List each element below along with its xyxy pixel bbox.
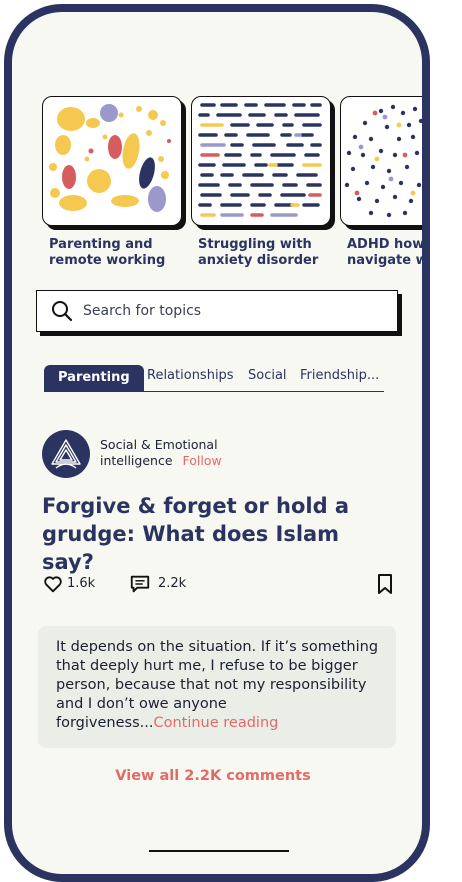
comment-count: 2.2k: [158, 576, 187, 591]
search-placeholder: Search for topics: [83, 303, 202, 319]
phone-frame: Parenting and remote working Struggling …: [4, 4, 430, 882]
follow-button[interactable]: Follow: [183, 453, 222, 468]
comments-button[interactable]: 2.2k: [128, 572, 198, 596]
home-indicator[interactable]: [149, 850, 289, 852]
top-comment: It depends on the situation. If it’s som…: [38, 626, 396, 748]
topic-carousel[interactable]: Parenting and remote working Struggling …: [42, 92, 422, 282]
topic-caption: Parenting and remote working: [49, 237, 166, 268]
heart-icon: [44, 576, 62, 593]
topic-caption: ADHD how tonavigate wh: [347, 237, 422, 268]
post-actions: 1.6k 2.2k: [42, 572, 392, 596]
post-title[interactable]: Forgive & forget or hold a grudge: What …: [42, 492, 398, 576]
topic-illustration: [42, 96, 182, 226]
topic-illustration: [340, 96, 422, 226]
author-name: Social & Emotional intelligence Follow: [100, 437, 222, 468]
post-author: Social & Emotional intelligence Follow: [42, 430, 382, 480]
avatar[interactable]: [42, 430, 90, 478]
bookmark-button[interactable]: [376, 572, 396, 596]
tab-parenting[interactable]: Parenting: [44, 365, 144, 391]
tab-social[interactable]: Social: [248, 368, 287, 383]
search-input[interactable]: Search for topics: [36, 290, 398, 332]
topic-caption: Struggling with anxiety disorder: [198, 237, 319, 268]
like-button[interactable]: 1.6k: [42, 572, 102, 596]
triangle-logo-icon: [51, 439, 81, 469]
search-icon: [52, 301, 73, 322]
continue-reading-link[interactable]: Continue reading: [153, 715, 278, 731]
screen: Parenting and remote working Struggling …: [12, 12, 422, 874]
comment-icon: [130, 575, 150, 593]
topic-card-parenting[interactable]: Parenting and remote working: [42, 96, 182, 268]
view-all-comments-link[interactable]: View all 2.2K comments: [12, 768, 414, 784]
topic-card-anxiety[interactable]: Struggling with anxiety disorder: [191, 96, 331, 268]
topic-card-adhd[interactable]: ADHD how tonavigate wh: [340, 96, 422, 268]
like-count: 1.6k: [67, 576, 96, 591]
topic-illustration: [191, 96, 331, 226]
tab-friendship[interactable]: Friendship...: [300, 368, 379, 383]
tab-relationships[interactable]: Relationships: [147, 368, 234, 383]
comment-text: It depends on the situation. If it’s som…: [56, 639, 379, 731]
topic-tabs: Parenting Relationships Social Friendshi…: [44, 365, 384, 392]
bookmark-icon: [378, 574, 392, 594]
